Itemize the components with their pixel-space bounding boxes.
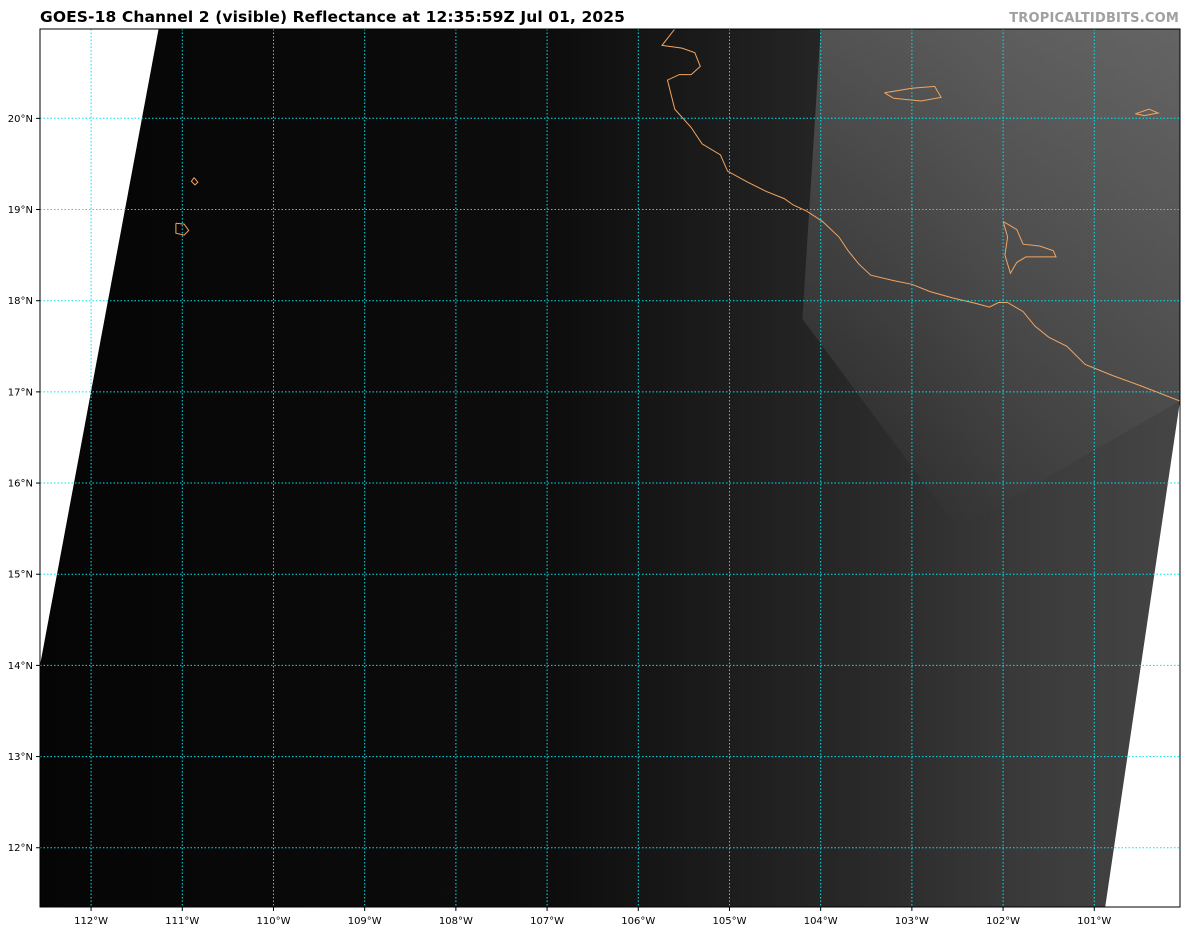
lon-tick-label: 108°W	[439, 916, 473, 927]
lon-tick-label: 101°W	[1077, 916, 1111, 927]
lon-tick-label: 103°W	[895, 916, 929, 927]
lat-tick-label: 16°N	[8, 479, 33, 490]
lat-tick-label: 18°N	[8, 296, 33, 307]
lat-tick-label: 14°N	[8, 661, 33, 672]
lat-tick-label: 13°N	[8, 752, 33, 763]
lon-tick-label: 111°W	[165, 916, 199, 927]
lon-tick-label: 104°W	[804, 916, 838, 927]
lon-tick-label: 105°W	[713, 916, 747, 927]
lat-tick-label: 20°N	[8, 114, 33, 125]
lat-tick-label: 17°N	[8, 387, 33, 398]
map-canvas[interactable]: 112°W 111°W 110°W 109°W 108°W 107°W 106°W 105°W…	[0, 0, 1200, 929]
lon-tick-label: 110°W	[257, 916, 291, 927]
lon-tick-label: 102°W	[986, 916, 1020, 927]
lon-tick-label: 112°W	[74, 916, 108, 927]
lat-tick-label: 12°N	[8, 843, 33, 854]
lat-tick-label: 15°N	[8, 570, 33, 581]
lon-tick-label: 107°W	[530, 916, 564, 927]
lon-tick-label: 106°W	[621, 916, 655, 927]
lat-tick-label: 19°N	[8, 205, 33, 216]
lon-tick-label: 109°W	[348, 916, 382, 927]
